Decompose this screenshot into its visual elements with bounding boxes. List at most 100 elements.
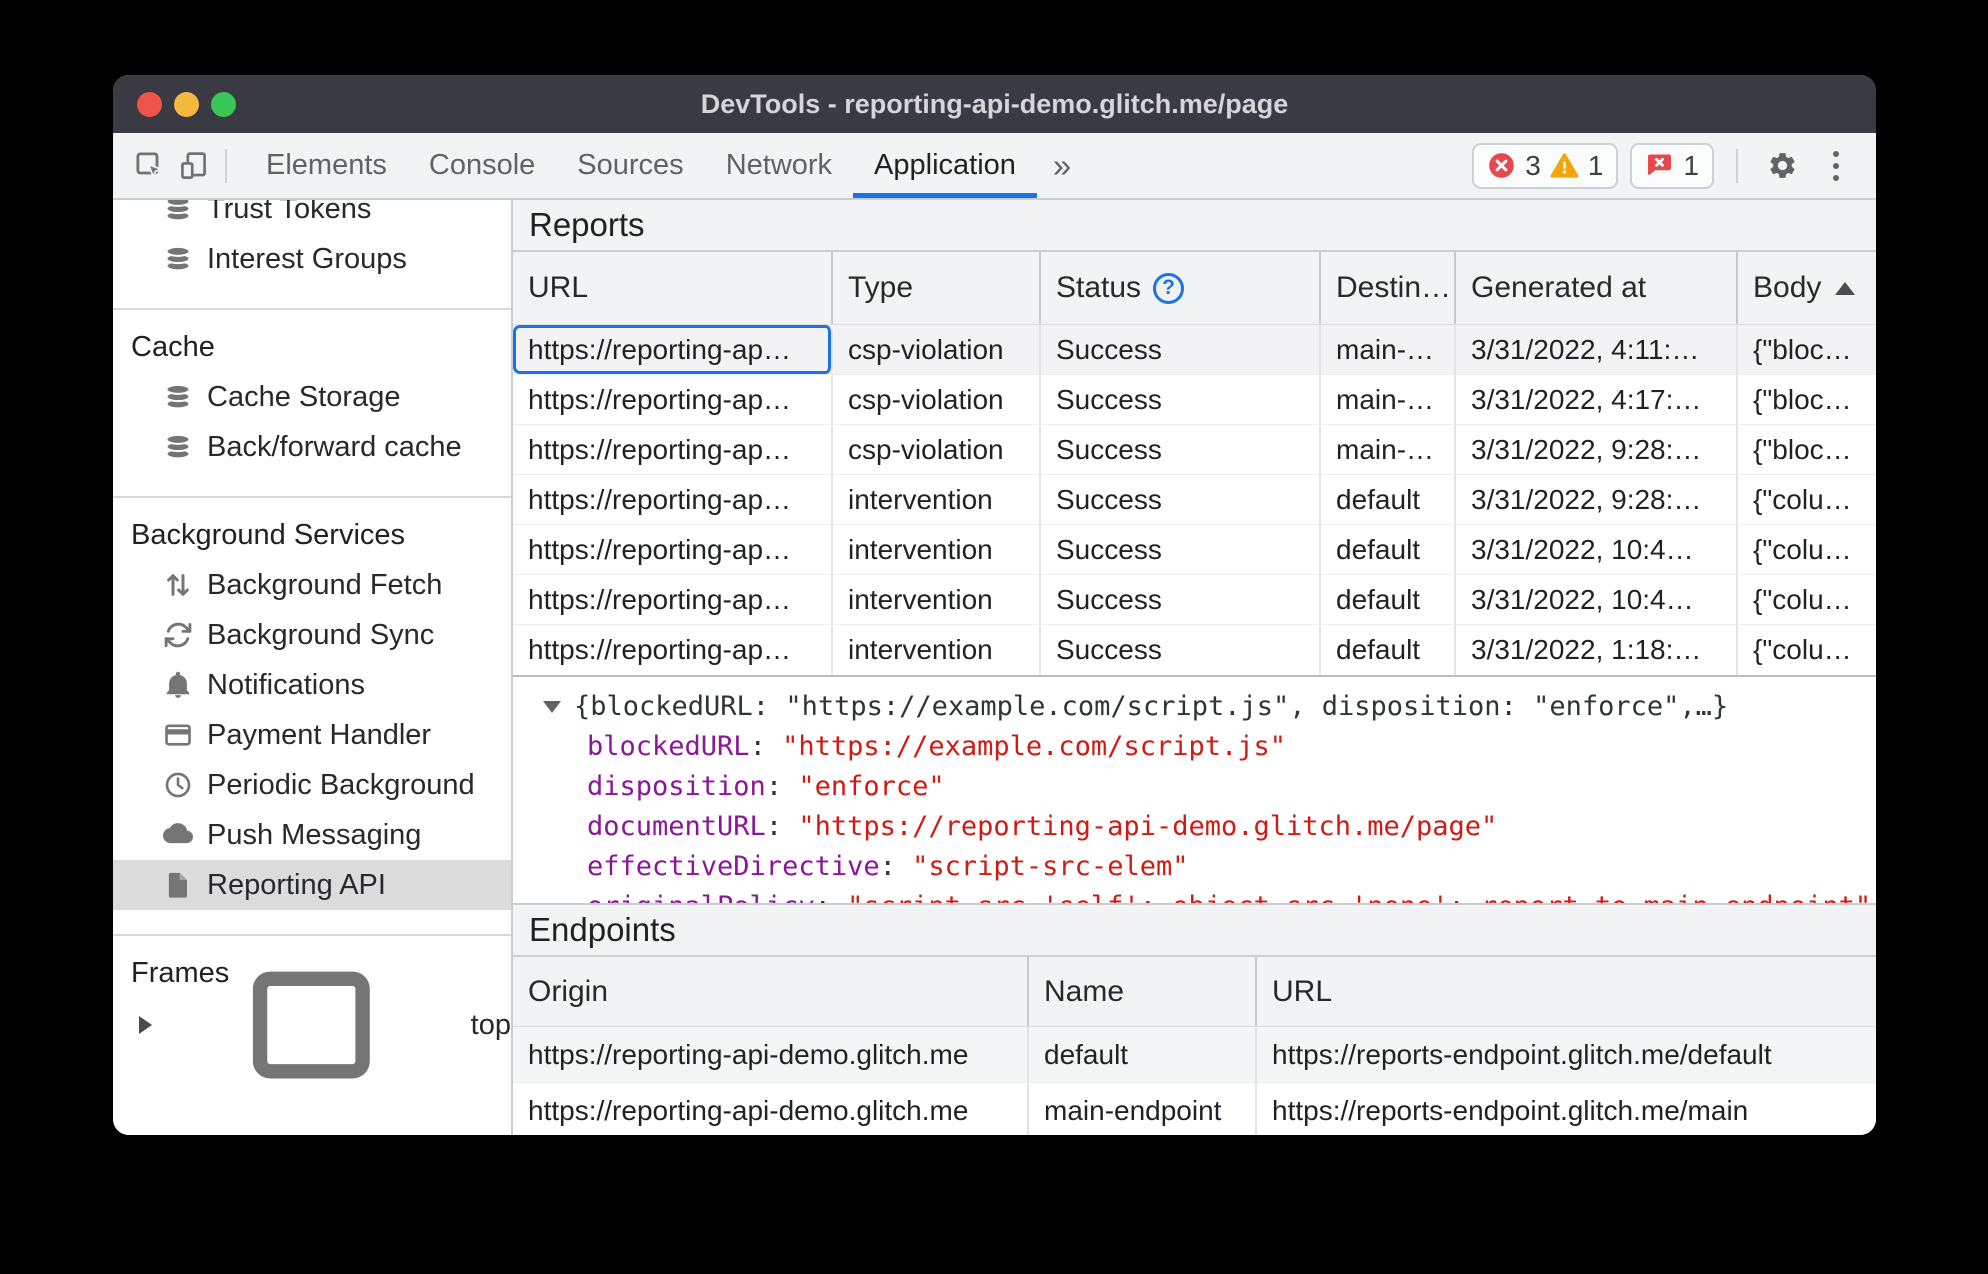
table-row[interactable]: https://reporting-ap… intervention Succe… <box>513 525 1876 575</box>
sidebar-item-label: Reporting API <box>207 868 386 901</box>
report-generated-cell: 3/31/2022, 4:17:… <box>1456 375 1738 424</box>
sidebar-item-label: Cache Storage <box>207 380 401 413</box>
object-summary-text: {blockedURL: "https://example.com/script… <box>574 691 1729 722</box>
sidebar-item-background-sync[interactable]: Background Sync <box>113 610 511 660</box>
database-icon <box>163 382 193 412</box>
inspect-element-button[interactable] <box>127 144 171 188</box>
devtools-toolbar: Elements Console Sources Network Applica… <box>113 133 1876 200</box>
report-body-cell: {"bloc… <box>1753 433 1852 465</box>
table-row[interactable]: https://reporting-ap… intervention Succe… <box>513 575 1876 625</box>
report-url-cell: https://reporting-ap… <box>513 475 833 524</box>
table-row[interactable]: https://reporting-ap… csp-violation Succ… <box>513 375 1876 425</box>
kebab-dot <box>1833 150 1839 157</box>
report-type-cell: intervention <box>833 525 1041 574</box>
property-value: "https://reporting-api-demo.glitch.me/pa… <box>798 811 1498 842</box>
zoom-window-button[interactable] <box>211 91 236 117</box>
customize-devtools-button[interactable] <box>1816 150 1856 181</box>
object-property: blockedURL"https://example.com/script.js… <box>543 727 1876 767</box>
tab-console[interactable]: Console <box>408 133 556 198</box>
column-header-generated-at[interactable]: Generated at <box>1456 252 1738 324</box>
document-icon <box>163 870 193 900</box>
reports-section-title: Reports <box>513 200 1876 252</box>
column-header-url[interactable]: URL <box>513 252 833 324</box>
report-body-cell: {"colu… <box>1753 483 1852 515</box>
column-header-name[interactable]: Name <box>1029 957 1257 1026</box>
column-header-status[interactable]: Status ? <box>1041 252 1321 324</box>
issues-message-icon <box>1645 151 1674 180</box>
endpoint-name-cell: main-endpoint <box>1029 1083 1257 1135</box>
more-tabs-button[interactable]: » <box>1037 133 1087 198</box>
sidebar-item-back-forward-cache[interactable]: Back/forward cache <box>113 422 511 472</box>
endpoints-table-header: Origin Name URL <box>513 957 1876 1027</box>
endpoints-section-title: Endpoints <box>513 903 1876 957</box>
expand-arrow-icon[interactable] <box>139 1016 152 1034</box>
sidebar-item-reporting-api[interactable]: Reporting API <box>113 860 511 910</box>
tab-elements[interactable]: Elements <box>245 133 408 198</box>
sidebar-item-interest-groups[interactable]: Interest Groups <box>113 234 511 284</box>
sidebar-item-label: Background Sync <box>207 618 435 651</box>
collapse-arrow-icon[interactable] <box>543 701 561 713</box>
table-row[interactable]: https://reporting-ap… csp-violation Succ… <box>513 425 1876 475</box>
column-header-destination[interactable]: Destin… <box>1321 252 1456 324</box>
table-row[interactable]: https://reporting-api-demo.glitch.me def… <box>513 1027 1876 1083</box>
sidebar-item-notifications[interactable]: Notifications <box>113 660 511 710</box>
column-header-type[interactable]: Type <box>833 252 1041 324</box>
sidebar-item-label: Push Messaging <box>207 818 422 851</box>
table-row[interactable]: https://reporting-ap… intervention Succe… <box>513 475 1876 525</box>
table-row[interactable]: https://reporting-ap… intervention Succe… <box>513 625 1876 675</box>
tab-sources[interactable]: Sources <box>556 133 704 198</box>
sidebar-item-push-messaging[interactable]: Push Messaging <box>113 810 511 860</box>
sidebar-item-payment-handler[interactable]: Payment Handler <box>113 710 511 760</box>
sidebar-item-label: top <box>470 1008 511 1041</box>
report-type-cell: csp-violation <box>833 425 1041 474</box>
report-type-cell: intervention <box>833 575 1041 624</box>
endpoint-name-cell: default <box>1029 1027 1257 1082</box>
property-key: documentURL <box>587 811 798 842</box>
report-status-cell: Success <box>1041 525 1321 574</box>
sidebar-item-cache-storage[interactable]: Cache Storage <box>113 372 511 422</box>
report-url-cell: https://reporting-ap… <box>513 375 833 424</box>
toggle-device-toolbar-button[interactable] <box>171 144 215 188</box>
report-destination-cell: main-… <box>1321 375 1456 424</box>
device-toolbar-icon <box>178 150 209 181</box>
column-header-endpoint-url[interactable]: URL <box>1257 957 1876 1026</box>
toolbar-divider <box>225 148 227 183</box>
kebab-dot <box>1833 162 1839 169</box>
reporting-api-view: Reports URL Type Status ? Destin… Genera… <box>513 200 1876 1135</box>
sync-arrows-icon <box>163 620 193 650</box>
reports-table-header: URL Type Status ? Destin… Generated at B… <box>513 252 1876 325</box>
report-status-cell: Success <box>1041 375 1321 424</box>
property-key: effectiveDirective <box>587 851 912 882</box>
table-row[interactable]: https://reporting-ap… csp-violation Succ… <box>513 325 1876 375</box>
sidebar-item-label: Background Fetch <box>207 568 443 601</box>
tab-network[interactable]: Network <box>705 133 853 198</box>
report-status-cell: Success <box>1041 325 1321 374</box>
property-key: originalPolicy <box>587 891 847 903</box>
tab-application[interactable]: Application <box>853 133 1037 198</box>
sidebar-item-frame-top[interactable]: top <box>113 998 511 1052</box>
sort-ascending-icon <box>1835 281 1856 295</box>
property-value: "script-src-elem" <box>912 851 1189 882</box>
object-preview-summary[interactable]: {blockedURL: "https://example.com/script… <box>543 687 1876 727</box>
object-property: disposition"enforce" <box>543 767 1876 807</box>
report-url-cell: https://reporting-ap… <box>513 525 833 574</box>
sidebar-item-trust-tokens[interactable]: Trust Tokens <box>113 200 511 234</box>
column-header-origin[interactable]: Origin <box>513 957 1029 1026</box>
error-icon <box>1487 151 1516 180</box>
database-icon <box>163 244 193 274</box>
report-generated-cell: 3/31/2022, 10:4… <box>1456 525 1738 574</box>
column-header-body[interactable]: Body <box>1738 252 1876 324</box>
report-url-cell: https://reporting-ap… <box>513 425 833 474</box>
property-value: "enforce" <box>798 771 945 802</box>
issues-badge[interactable]: 1 <box>1630 142 1714 189</box>
sidebar-item-background-fetch[interactable]: Background Fetch <box>113 560 511 610</box>
close-window-button[interactable] <box>137 91 162 117</box>
console-status-badge[interactable]: 3 1 <box>1472 142 1619 189</box>
minimize-window-button[interactable] <box>174 91 199 117</box>
table-row[interactable]: https://reporting-api-demo.glitch.me mai… <box>513 1083 1876 1135</box>
sidebar-item-periodic-background[interactable]: Periodic Background <box>113 760 511 810</box>
settings-button[interactable] <box>1760 144 1804 188</box>
report-destination-cell: main-… <box>1321 425 1456 474</box>
status-help-icon[interactable]: ? <box>1153 272 1185 304</box>
report-url-cell[interactable]: https://reporting-ap… <box>513 325 833 374</box>
